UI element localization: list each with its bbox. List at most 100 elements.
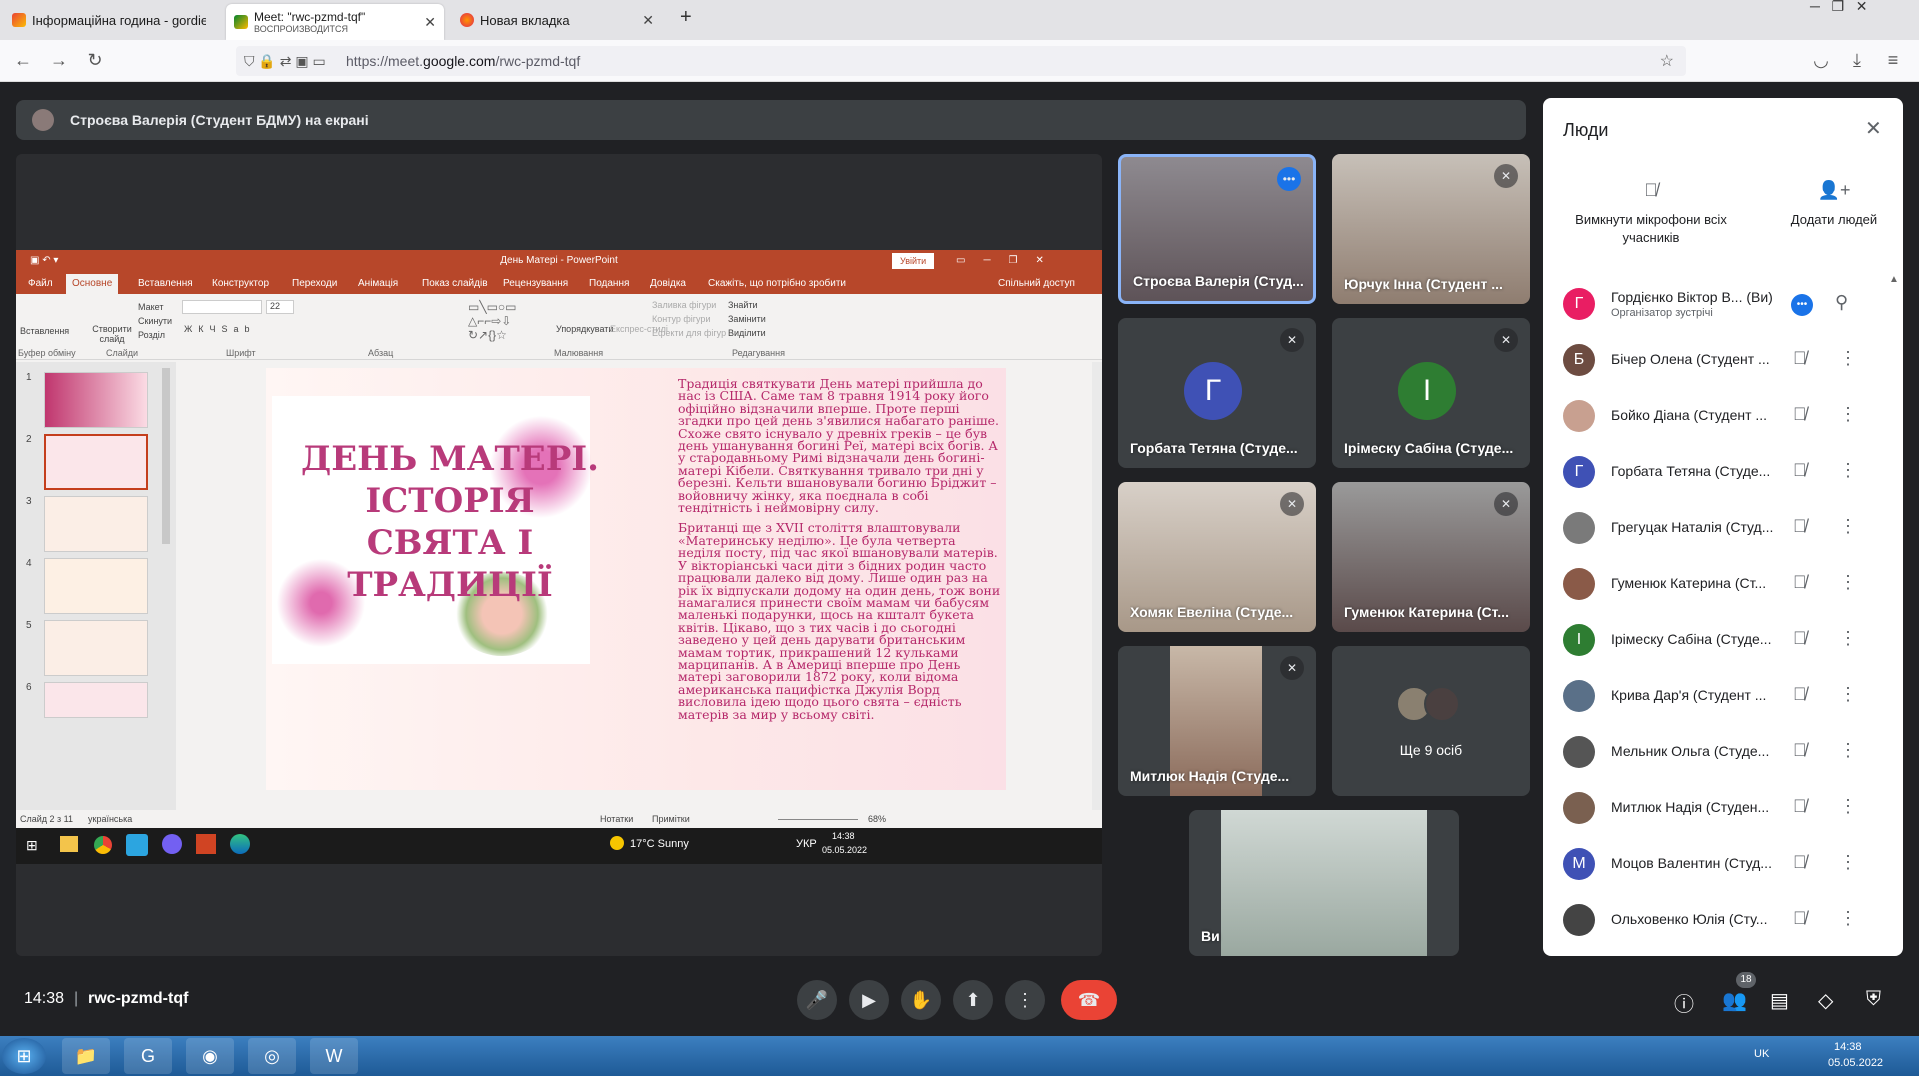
slide-thumb[interactable] (44, 558, 148, 614)
explorer-icon[interactable]: 📁 (62, 1038, 110, 1074)
bookmark-star-icon[interactable]: ☆ (1660, 51, 1674, 71)
pdf-app-icon[interactable]: G (124, 1038, 172, 1074)
participant-row[interactable]: Бойко Діана (Студент ... 🎙̸ ⋮ (1543, 388, 1903, 444)
arrange-button[interactable]: Упорядкувати (556, 324, 613, 334)
more-options-button[interactable]: ⋮ (1005, 980, 1045, 1020)
people-icon[interactable]: 👥 (1722, 988, 1747, 1013)
select-button[interactable]: Виділити (728, 328, 766, 338)
forward-icon[interactable]: → (48, 50, 70, 71)
shape-fill-button[interactable]: Заливка фігури (652, 300, 716, 310)
tab-gmail[interactable]: Інформаційна година - gordienko (4, 4, 214, 36)
activities-icon[interactable]: ◇ (1818, 988, 1833, 1013)
layout-button[interactable]: Макет (138, 302, 163, 312)
new-tab-button[interactable]: + (680, 6, 692, 29)
comments-button[interactable]: Примітки (652, 814, 690, 824)
more-vert-icon[interactable]: ⋮ (1839, 404, 1857, 425)
slide-scrollbar[interactable] (1092, 362, 1102, 810)
slide-thumb[interactable] (44, 496, 148, 552)
more-vert-icon[interactable]: ⋮ (1839, 796, 1857, 817)
mic-off-icon[interactable]: 🎙̸ (1793, 516, 1807, 537)
more-vert-icon[interactable]: ⋮ (1839, 348, 1857, 369)
more-vert-icon[interactable]: ⋮ (1839, 460, 1857, 481)
menu-home[interactable]: Основне (66, 274, 119, 294)
close-tab-icon[interactable]: ✕ (636, 12, 654, 29)
word-icon[interactable]: W (310, 1038, 358, 1074)
participant-row[interactable]: І Ірімеску Сабіна (Студе... 🎙̸ ⋮ (1543, 612, 1903, 668)
participant-tile[interactable]: ✕ Хомяк Евеліна (Студе... (1118, 482, 1316, 632)
add-people-button[interactable]: 👤+ Додати людей (1769, 180, 1899, 229)
more-vert-icon[interactable]: ⋮ (1839, 740, 1857, 761)
edge-icon[interactable] (230, 834, 250, 854)
participant-tile[interactable]: ✕ Юрчук Інна (Студент ... (1332, 154, 1530, 304)
mic-off-icon[interactable]: 🎙̸ (1793, 684, 1807, 705)
reset-button[interactable]: Скинути (138, 316, 172, 326)
back-icon[interactable]: ← (12, 50, 34, 71)
participant-row[interactable]: Г Гордієнко Віктор В... (Ви) Організатор… (1543, 276, 1903, 332)
mic-button[interactable]: 🎤 (797, 980, 837, 1020)
menu-icon[interactable]: ≡ (1882, 50, 1904, 71)
share-button[interactable]: Спільний доступ (998, 278, 1075, 289)
reload-icon[interactable]: ↻ (84, 50, 106, 71)
participant-tile[interactable]: ✕ Гуменюк Катерина (Ст... (1332, 482, 1530, 632)
new-slide-button[interactable]: Створити слайд (92, 324, 132, 344)
mic-off-icon[interactable]: 🎙̸ (1793, 852, 1807, 873)
font-size-field[interactable]: 22 (266, 300, 294, 314)
mic-off-icon[interactable]: 🎙̸ (1793, 404, 1807, 425)
participant-row[interactable]: Крива Дар'я (Студент ... 🎙̸ ⋮ (1543, 668, 1903, 724)
menu-insert[interactable]: Вставлення (138, 278, 193, 289)
thumb-scrollbar[interactable] (162, 368, 170, 544)
pocket-icon[interactable]: ◡ (1810, 50, 1832, 71)
tell-me-search[interactable]: Скажіть, що потрібно зробити (708, 278, 846, 289)
more-options-icon[interactable]: ••• (1277, 167, 1301, 191)
camera-button[interactable]: ▶ (849, 980, 889, 1020)
participant-tile[interactable]: ✕ Митлюк Надія (Студе... (1118, 646, 1316, 796)
mic-off-icon[interactable]: 🎙̸ (1793, 460, 1807, 481)
window-controls[interactable]: ─ ❐ ✕ (1810, 0, 1868, 15)
info-icon[interactable]: ⓘ (1674, 988, 1694, 1017)
more-participants-tile[interactable]: Ще 9 осіб (1332, 646, 1530, 796)
replace-button[interactable]: Замінити (728, 314, 766, 324)
downloads-icon[interactable]: ⤓ (1846, 50, 1868, 71)
chat-icon[interactable]: ▤ (1770, 988, 1789, 1013)
participant-row[interactable]: Б Бічер Олена (Студент ... 🎙̸ ⋮ (1543, 332, 1903, 388)
mic-off-icon[interactable]: 🎙̸ (1793, 572, 1807, 593)
more-vert-icon[interactable]: ⋮ (1839, 628, 1857, 649)
viber-icon[interactable] (162, 834, 182, 854)
section-button[interactable]: Розділ (138, 330, 165, 340)
font-name-field[interactable] (182, 300, 262, 314)
font-format-buttons[interactable]: ЖКЧSab (184, 324, 256, 334)
mute-all-button[interactable]: 🎙̸ Вимкнути мікрофони всіх учасників (1553, 180, 1749, 247)
powerpoint-icon[interactable] (196, 834, 216, 854)
slide-thumb[interactable] (44, 682, 148, 718)
firefox-icon[interactable]: ◎ (248, 1038, 296, 1074)
participant-row[interactable]: Мельник Ольга (Студе... 🎙̸ ⋮ (1543, 724, 1903, 780)
menu-help[interactable]: Довідка (650, 278, 686, 289)
close-tab-icon[interactable]: ✕ (418, 14, 436, 31)
start-button[interactable]: ⊞ (2, 1038, 46, 1074)
participant-row[interactable]: Митлюк Надія (Студен... 🎙̸ ⋮ (1543, 780, 1903, 836)
shape-outline-button[interactable]: Контур фігури (652, 314, 710, 324)
participant-tile[interactable]: ••• Строєва Валерія (Студ... (1118, 154, 1316, 304)
explorer-icon[interactable] (60, 836, 78, 852)
tab-new[interactable]: Новая вкладка ✕ (452, 4, 662, 36)
participant-row[interactable]: Г Горбата Тетяна (Студе... 🎙̸ ⋮ (1543, 444, 1903, 500)
windows-start-icon[interactable]: ⊞ (26, 837, 38, 854)
mic-off-icon[interactable]: 🎙̸ (1793, 796, 1807, 817)
mic-off-icon[interactable]: 🎙̸ (1793, 908, 1807, 929)
host-controls-icon[interactable]: ⛨ (1866, 988, 1881, 1011)
present-button[interactable]: ⬆ (953, 980, 993, 1020)
participant-tile[interactable]: ✕ Г Горбата Тетяна (Студе... (1118, 318, 1316, 468)
zoom-slider[interactable] (778, 819, 858, 820)
raise-hand-button[interactable]: ✋ (901, 980, 941, 1020)
shape-effects-button[interactable]: Ефекти для фігур (652, 328, 726, 338)
participant-tile[interactable]: ✕ І Ірімеску Сабіна (Студе... (1332, 318, 1530, 468)
mic-off-icon[interactable]: 🎙̸ (1793, 628, 1807, 649)
shapes-gallery[interactable]: ▭╲▭○▭ △⌐⌐⇨⇩ ↻↗{}☆ (468, 300, 548, 342)
self-view-tile[interactable]: Ви (1189, 810, 1459, 956)
signin-button[interactable]: Увійти (892, 253, 935, 269)
more-vert-icon[interactable]: ⋮ (1839, 852, 1857, 873)
menu-view[interactable]: Подання (589, 278, 629, 289)
find-button[interactable]: Знайти (728, 300, 758, 310)
mic-off-icon[interactable]: 🎙̸ (1793, 740, 1807, 761)
url-bar[interactable]: ⛉ 🔒 ⇄ ▣ ▭ https://meet. google.com/rwc-pz… (236, 46, 1686, 76)
